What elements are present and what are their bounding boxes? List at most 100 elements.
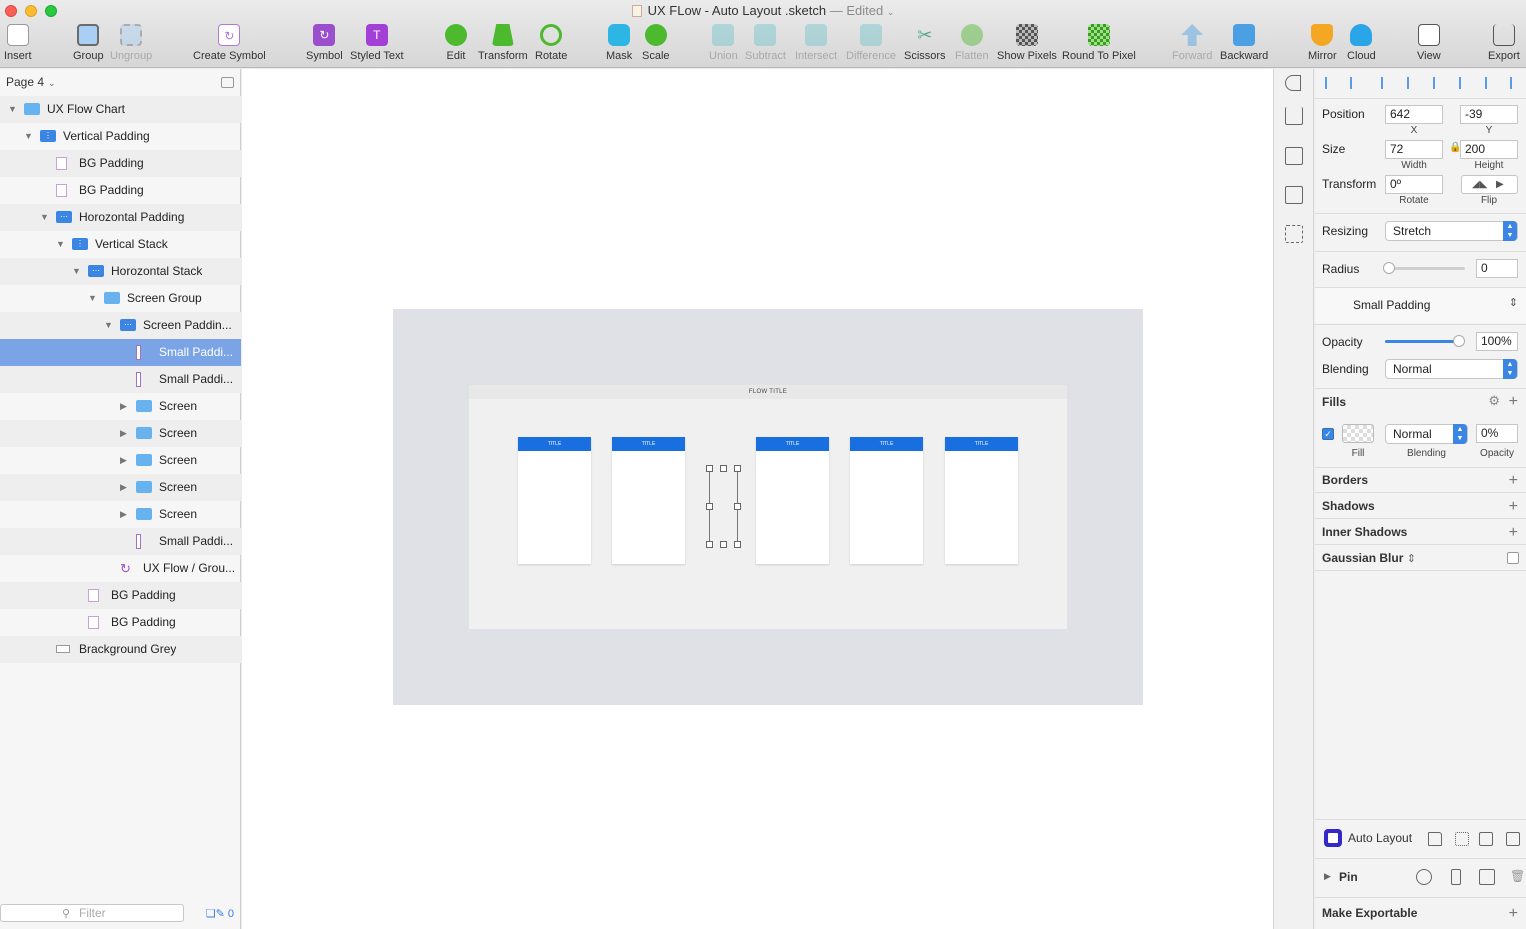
add-inner-shadow-icon[interactable]: + — [1509, 525, 1518, 541]
create-symbol-button[interactable]: ↻ Create Symbol — [193, 24, 266, 62]
ux-flow-artboard[interactable]: FLOW TITLE TITLE TITLE TITLE TITLE TITLE — [469, 385, 1067, 629]
add-border-icon[interactable]: + — [1509, 473, 1518, 489]
opacity-slider-knob[interactable] — [1453, 335, 1465, 347]
disclosure-open-icon[interactable]: ▼ — [88, 285, 97, 312]
resize-handle[interactable] — [706, 541, 713, 548]
union-button[interactable]: Union — [709, 24, 738, 62]
disclosure-closed-icon[interactable]: ▶ — [120, 420, 127, 447]
canvas[interactable]: FLOW TITLE TITLE TITLE TITLE TITLE TITLE — [242, 69, 1273, 929]
resize-handle[interactable] — [706, 465, 713, 472]
styled-text-button[interactable]: T Styled Text — [350, 24, 404, 62]
disclosure-closed-icon[interactable]: ▶ — [120, 447, 127, 474]
radius-field[interactable]: 0 — [1476, 259, 1518, 278]
screen-card[interactable]: TITLE — [850, 437, 923, 564]
align-middle-icon[interactable] — [1485, 77, 1497, 89]
add-export-icon[interactable]: + — [1509, 906, 1518, 922]
export-button[interactable]: Export — [1488, 24, 1520, 62]
layer-row[interactable]: BG Padding — [0, 609, 241, 636]
intersect-button[interactable]: Intersect — [795, 24, 837, 62]
align-center-icon[interactable] — [1407, 77, 1419, 89]
resize-handle[interactable] — [734, 541, 741, 548]
pin-edges-icon[interactable] — [1416, 869, 1432, 885]
mirror-button[interactable]: Mirror — [1308, 24, 1337, 62]
distribute-vertical-icon[interactable] — [1350, 77, 1362, 89]
resize-handle[interactable] — [734, 465, 741, 472]
flatten-button[interactable]: Flatten — [955, 24, 989, 62]
layer-row[interactable]: ▼ UX Flow Chart — [0, 96, 241, 123]
screen-icon[interactable] — [1479, 832, 1493, 846]
page-selector[interactable]: Page 4 ⌄ — [6, 75, 56, 89]
blending-select[interactable]: Normal ▲ ▼ — [1385, 359, 1518, 379]
screen-card[interactable]: TITLE — [612, 437, 685, 564]
add-shadow-icon[interactable]: + — [1509, 499, 1518, 515]
flip-vertical-icon[interactable]: ▶ — [1496, 176, 1504, 193]
disclosure-open-icon[interactable]: ▼ — [24, 123, 33, 150]
gear-icon[interactable]: ⚙ — [1488, 393, 1500, 409]
layer-row[interactable]: ▼ ⋯ Horozontal Stack — [0, 258, 241, 285]
layer-row[interactable]: BG Padding — [0, 150, 241, 177]
filter-input[interactable]: ⚲ Filter — [0, 904, 184, 922]
layer-row[interactable]: Small Paddi... — [0, 339, 241, 366]
layer-filter-options[interactable]: ❏✎ 0 — [206, 907, 234, 920]
layer-row[interactable]: BG Padding — [0, 582, 241, 609]
ungroup-button[interactable]: Ungroup — [110, 24, 152, 62]
layer-row[interactable]: ▼ ⋯ Horozontal Padding — [0, 204, 241, 231]
align-top-icon[interactable] — [1459, 77, 1471, 89]
view-button[interactable]: View — [1417, 24, 1441, 62]
fill-blending-select[interactable]: Normal ▲ ▼ — [1385, 424, 1468, 444]
fill-color-swatch[interactable] — [1342, 424, 1374, 443]
cloud-button[interactable]: Cloud — [1347, 24, 1376, 62]
screen-card[interactable]: TITLE — [945, 437, 1018, 564]
add-fill-icon[interactable]: + — [1509, 394, 1518, 410]
share-icon[interactable] — [1285, 107, 1303, 125]
pin-vertical-icon[interactable] — [1451, 869, 1461, 885]
subtract-button[interactable]: Subtract — [745, 24, 786, 62]
fill-opacity-field[interactable]: 0% — [1476, 424, 1518, 443]
resizing-select[interactable]: Stretch ▲ ▼ — [1385, 221, 1518, 241]
disclosure-closed-icon[interactable]: ▶ — [120, 393, 127, 420]
device-icon[interactable] — [1506, 832, 1520, 846]
pin-horizontal-icon[interactable] — [1479, 869, 1495, 885]
flip-horizontal-icon[interactable]: ◢◣ — [1472, 176, 1487, 193]
inspector-tab-icon[interactable] — [1285, 75, 1301, 91]
artboard-icon[interactable] — [1285, 225, 1303, 243]
edit-button[interactable]: Edit — [445, 24, 467, 62]
resize-handle[interactable] — [720, 465, 727, 472]
distribute-horizontal-icon[interactable] — [1325, 77, 1337, 89]
layer-row[interactable]: ▶ Screen — [0, 474, 241, 501]
show-pixels-button[interactable]: Show Pixels — [997, 24, 1057, 62]
layer-row[interactable]: Small Paddi... — [0, 528, 241, 555]
layer-row[interactable]: ▼ ⋮ Vertical Padding — [0, 123, 241, 150]
gaussian-blur-title[interactable]: Gaussian Blur ⇕ — [1322, 551, 1416, 565]
layer-list-icon[interactable] — [1285, 147, 1303, 165]
layer-row[interactable]: Small Paddi... — [0, 366, 241, 393]
disclosure-closed-icon[interactable]: ▶ — [120, 474, 127, 501]
screen-card[interactable]: TITLE — [518, 437, 591, 564]
screen-card[interactable]: TITLE — [756, 437, 829, 564]
radius-slider-knob[interactable] — [1383, 262, 1395, 274]
forward-button[interactable]: Forward — [1172, 24, 1212, 62]
resize-handle[interactable] — [734, 503, 741, 510]
folder-icon[interactable] — [1428, 832, 1442, 846]
layer-row[interactable]: ▼ ⋮ Vertical Stack — [0, 231, 241, 258]
layer-row[interactable]: ▶ Screen — [0, 501, 241, 528]
layer-row[interactable]: ▶ Screen — [0, 420, 241, 447]
y-field[interactable]: -39 — [1460, 105, 1518, 124]
layer-row[interactable]: Brackground Grey — [0, 636, 241, 663]
insert-button[interactable]: Insert — [4, 24, 32, 62]
gaussian-blur-checkbox[interactable] — [1507, 552, 1519, 564]
transform-button[interactable]: Transform — [478, 24, 528, 62]
disclosure-open-icon[interactable]: ▼ — [72, 258, 81, 285]
backward-button[interactable]: Backward — [1220, 24, 1268, 62]
opacity-slider[interactable] — [1385, 335, 1465, 347]
grid-stack-icon[interactable] — [1455, 832, 1469, 846]
difference-button[interactable]: Difference — [846, 24, 896, 62]
group-button[interactable]: Group — [73, 24, 104, 62]
x-field[interactable]: 642 — [1385, 105, 1443, 124]
disclosure-open-icon[interactable]: ▼ — [56, 231, 65, 258]
layer-row[interactable]: ▼ ⋯ Screen Paddin... — [0, 312, 241, 339]
radius-slider[interactable] — [1383, 262, 1465, 274]
list-view-icon[interactable] — [1285, 186, 1303, 204]
fill-enabled-checkbox[interactable]: ✓ — [1322, 428, 1334, 440]
rotate-button[interactable]: Rotate — [535, 24, 567, 62]
